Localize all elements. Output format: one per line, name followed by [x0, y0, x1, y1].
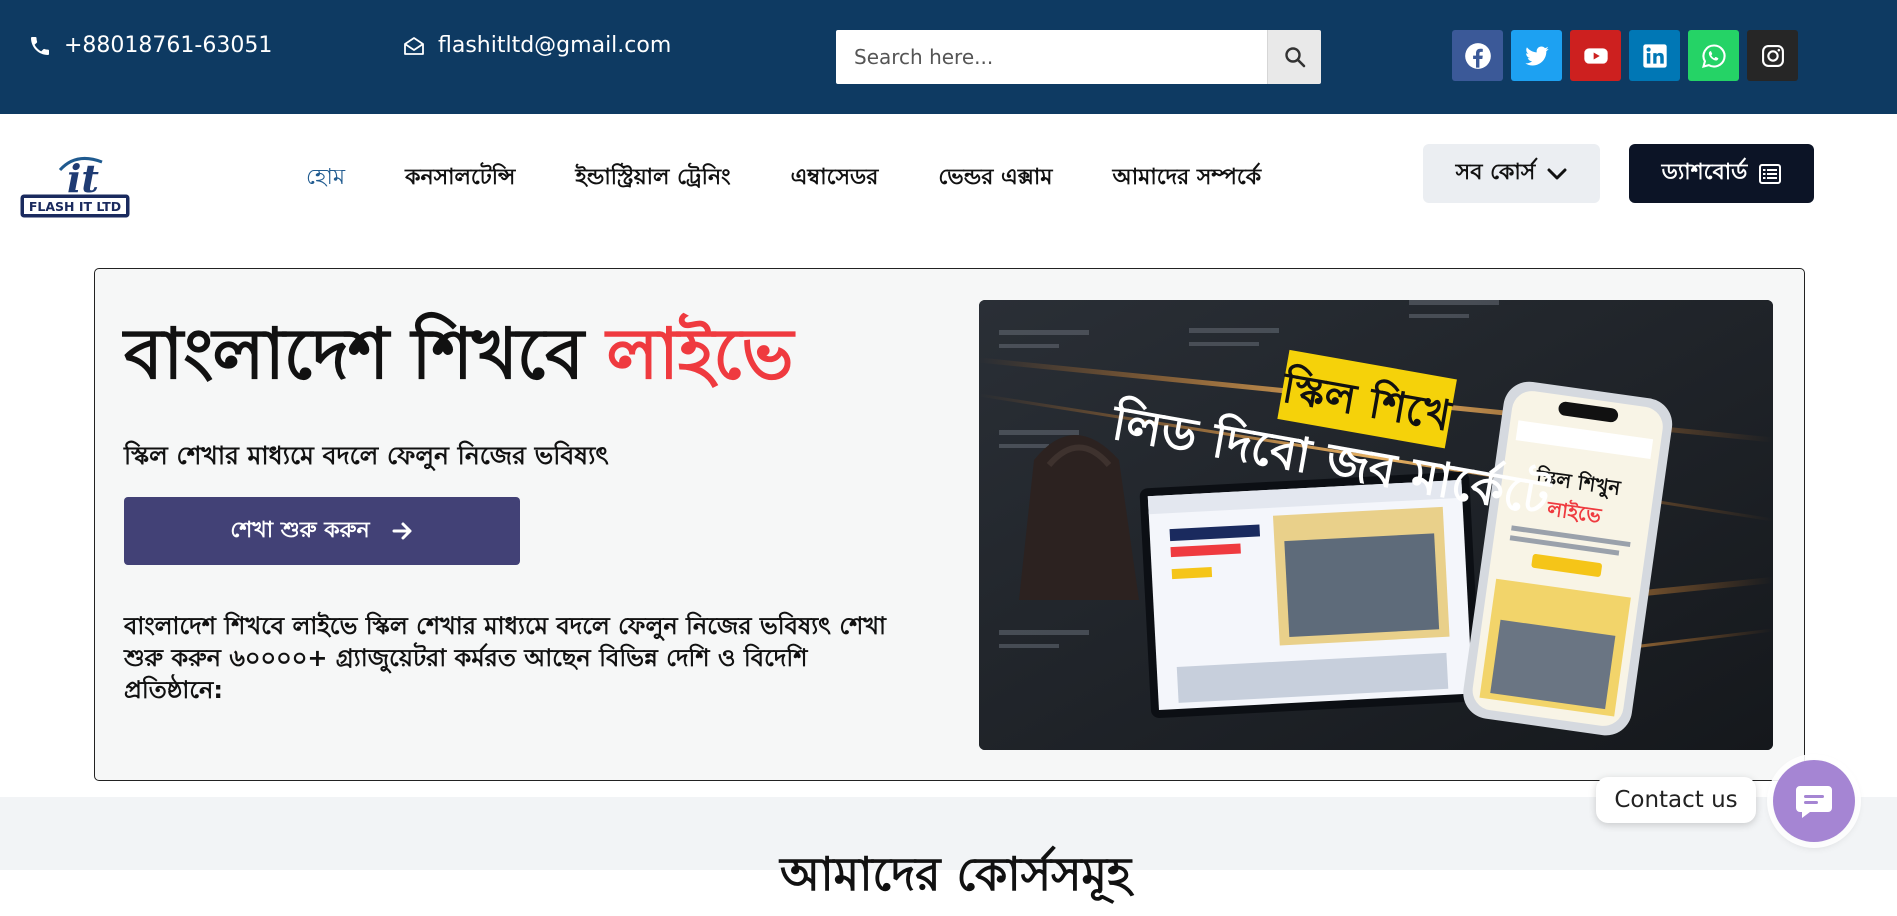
whatsapp-link[interactable] [1688, 30, 1739, 81]
envelope-open-icon [404, 36, 424, 55]
instagram-link[interactable] [1747, 30, 1798, 81]
main-nav: হোম কনসালটেন্সি ইন্ডাস্ট্রিয়াল ট্রেনিং … [306, 160, 1261, 197]
youtube-link[interactable] [1570, 30, 1621, 81]
instagram-icon [1761, 44, 1784, 67]
hero-description: বাংলাদেশ শিখবে লাইভে স্কিল শেখার মাধ্যমে… [124, 612, 887, 704]
nav-home[interactable]: হোম [306, 160, 345, 197]
nav-consultancy[interactable]: কনসালটেন্সি [405, 160, 515, 197]
dashboard-button[interactable]: ড্যাশবোর্ড [1629, 144, 1814, 203]
twitter-link[interactable] [1511, 30, 1562, 81]
whatsapp-icon [1701, 43, 1726, 68]
all-courses-button[interactable]: সব কোর্স [1423, 144, 1600, 203]
hero-title-main: বাংলাদেশ শিখবে [124, 313, 607, 395]
nav-ambassador[interactable]: এম্বাসেডর [791, 160, 879, 197]
dashboard-label: ড্যাশবোর্ড [1661, 160, 1748, 185]
linkedin-icon [1642, 43, 1667, 68]
email-contact[interactable]: flashitltd@gmail.com [402, 33, 671, 58]
linkedin-link[interactable] [1629, 30, 1680, 81]
search-icon [1284, 47, 1305, 68]
search-box [836, 30, 1321, 84]
all-courses-label: সব কোর্স [1455, 160, 1536, 185]
arrow-right-icon [392, 522, 412, 540]
hero-title-accent: লাইভে [606, 313, 793, 395]
top-bar: +88018761-63051 flashitltd@gmail.com [0, 0, 1897, 114]
chat-icon [1796, 786, 1832, 818]
phone-number: +88018761-63051 [64, 33, 273, 58]
phone-icon [31, 36, 49, 55]
hero-title: বাংলাদেশ শিখবে লাইভে [124, 300, 794, 417]
contact-us-label[interactable]: Contact us [1596, 777, 1756, 823]
start-learning-label: শেখা শুরু করুন [230, 517, 370, 543]
facebook-icon [1464, 42, 1491, 69]
twitter-icon [1524, 46, 1549, 65]
list-icon [1759, 163, 1782, 184]
nav-vendor-exam[interactable]: ভেন্ডর এক্সাম [938, 160, 1052, 197]
logo-mark: it [67, 156, 99, 201]
facebook-link[interactable] [1452, 30, 1503, 81]
youtube-icon [1583, 47, 1608, 64]
site-logo[interactable]: it FLASH IT LTD [20, 148, 132, 220]
email-address: flashitltd@gmail.com [438, 33, 672, 58]
social-links [1452, 30, 1798, 81]
phone-contact[interactable]: +88018761-63051 [28, 33, 272, 58]
nav-industrial-training[interactable]: ইন্ডাস্ট্রিয়াল ট্রেনিং [575, 160, 730, 197]
nav-about-us[interactable]: আমাদের সম্পর্কে [1112, 160, 1261, 197]
logo-text: FLASH IT LTD [29, 199, 121, 214]
hero-banner-image: স্কিল শিখুন লাইভে স্কিল শিখে লিড দিবো জব… [979, 300, 1773, 750]
chevron-down-icon [1547, 168, 1567, 179]
courses-section-heading: আমাদের কোর্সসমূহ [780, 847, 1132, 901]
start-learning-button[interactable]: শেখা শুরু করুন [124, 497, 520, 565]
contact-us-button[interactable] [1773, 760, 1855, 842]
search-button[interactable] [1267, 30, 1321, 84]
search-input[interactable] [836, 30, 1267, 84]
hero-subtitle: স্কিল শেখার মাধ্যমে বদলে ফেলুন নিজের ভবি… [124, 441, 609, 470]
